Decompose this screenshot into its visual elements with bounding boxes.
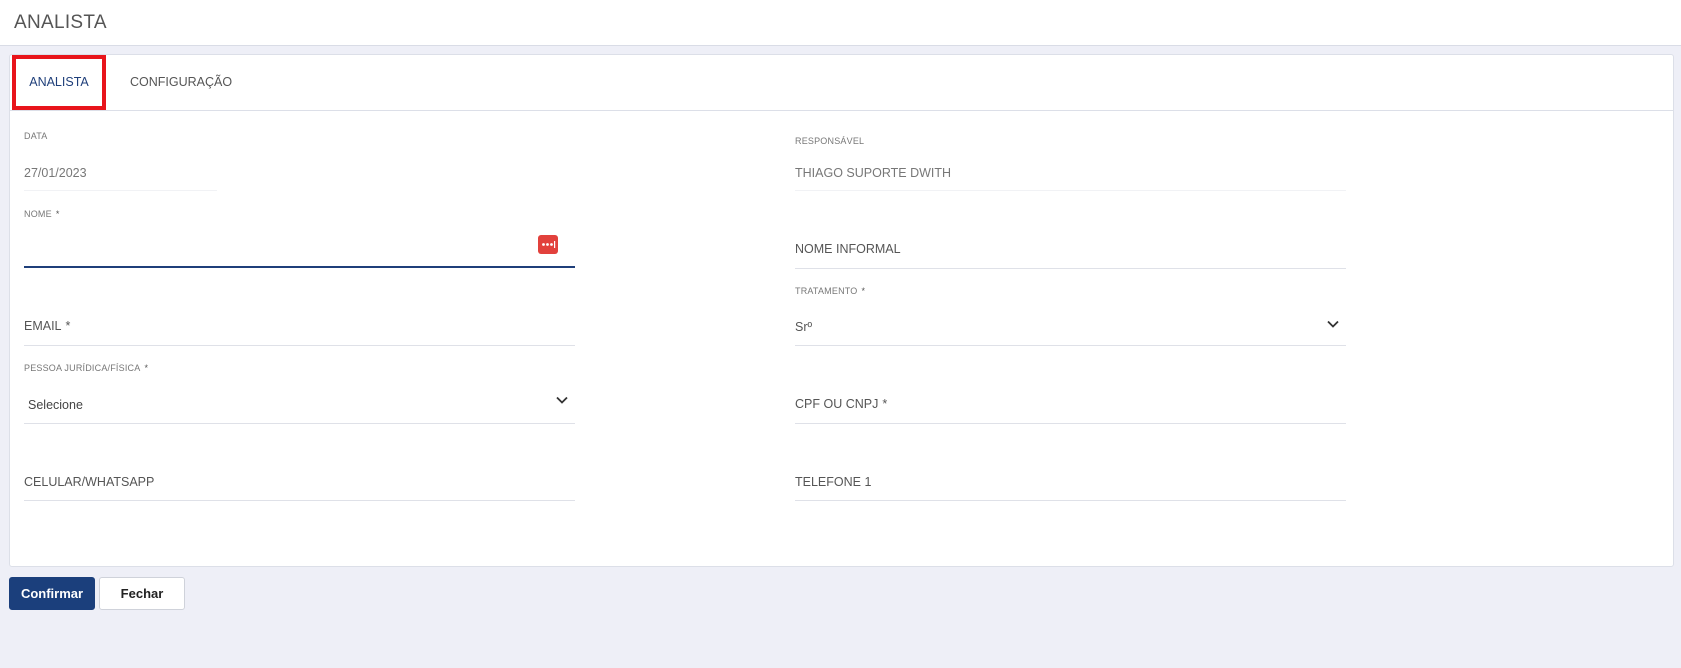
pessoa-select[interactable]: Selecione	[24, 383, 575, 423]
tratamento-value: Srº	[795, 320, 813, 334]
cpf-cnpj-input[interactable]	[795, 383, 1346, 423]
nome-required-mark: *	[55, 209, 60, 219]
top-bar: ANALISTA	[0, 0, 1681, 46]
page-title: ANALISTA	[14, 12, 107, 33]
nome-input[interactable]	[24, 227, 575, 267]
email-underline	[24, 345, 575, 346]
form-card: ANALISTA CONFIGURAÇÃO DATA 27/01/2023 RE…	[9, 54, 1674, 567]
data-value: 27/01/2023	[24, 166, 87, 180]
tab-bar: ANALISTA CONFIGURAÇÃO	[10, 55, 1673, 111]
chevron-down-icon	[1327, 320, 1339, 328]
pessoa-value: Selecione	[28, 398, 83, 412]
close-button[interactable]: Fechar	[99, 577, 185, 610]
password-dots-icon[interactable]	[538, 235, 558, 254]
nome-underline	[24, 266, 575, 268]
pessoa-required-mark: *	[144, 363, 149, 373]
tab-analista[interactable]: ANALISTA	[12, 55, 106, 110]
tratamento-label: TRATAMENTO *	[795, 286, 865, 296]
pessoa-label-text: PESSOA JURÍDICA/FÍSICA	[24, 363, 141, 373]
nome-label: NOME *	[24, 209, 60, 219]
responsavel-underline	[795, 190, 1346, 191]
telefone1-input[interactable]	[795, 460, 1346, 500]
tratamento-underline	[795, 345, 1346, 346]
cpf-cnpj-underline	[795, 423, 1346, 424]
data-label: DATA	[24, 131, 48, 141]
tab-configuracao[interactable]: CONFIGURAÇÃO	[130, 55, 232, 110]
nome-informal-underline	[795, 268, 1346, 269]
tratamento-required-mark: *	[861, 286, 866, 296]
telefone1-underline	[795, 500, 1346, 501]
tratamento-label-text: TRATAMENTO	[795, 286, 858, 296]
email-input[interactable]	[24, 305, 575, 345]
responsavel-label: RESPONSÁVEL	[795, 136, 865, 146]
confirm-button[interactable]: Confirmar	[9, 577, 95, 610]
tratamento-select[interactable]: Srº	[795, 305, 1346, 345]
celular-input[interactable]	[24, 460, 575, 500]
chevron-down-icon	[556, 396, 568, 404]
celular-underline	[24, 500, 575, 501]
nome-label-text: NOME	[24, 209, 52, 219]
pessoa-underline	[24, 423, 575, 424]
nome-informal-input[interactable]	[795, 227, 1346, 267]
pessoa-label: PESSOA JURÍDICA/FÍSICA *	[24, 363, 148, 373]
responsavel-value: THIAGO SUPORTE DWITH	[795, 166, 952, 180]
data-underline	[24, 190, 217, 191]
